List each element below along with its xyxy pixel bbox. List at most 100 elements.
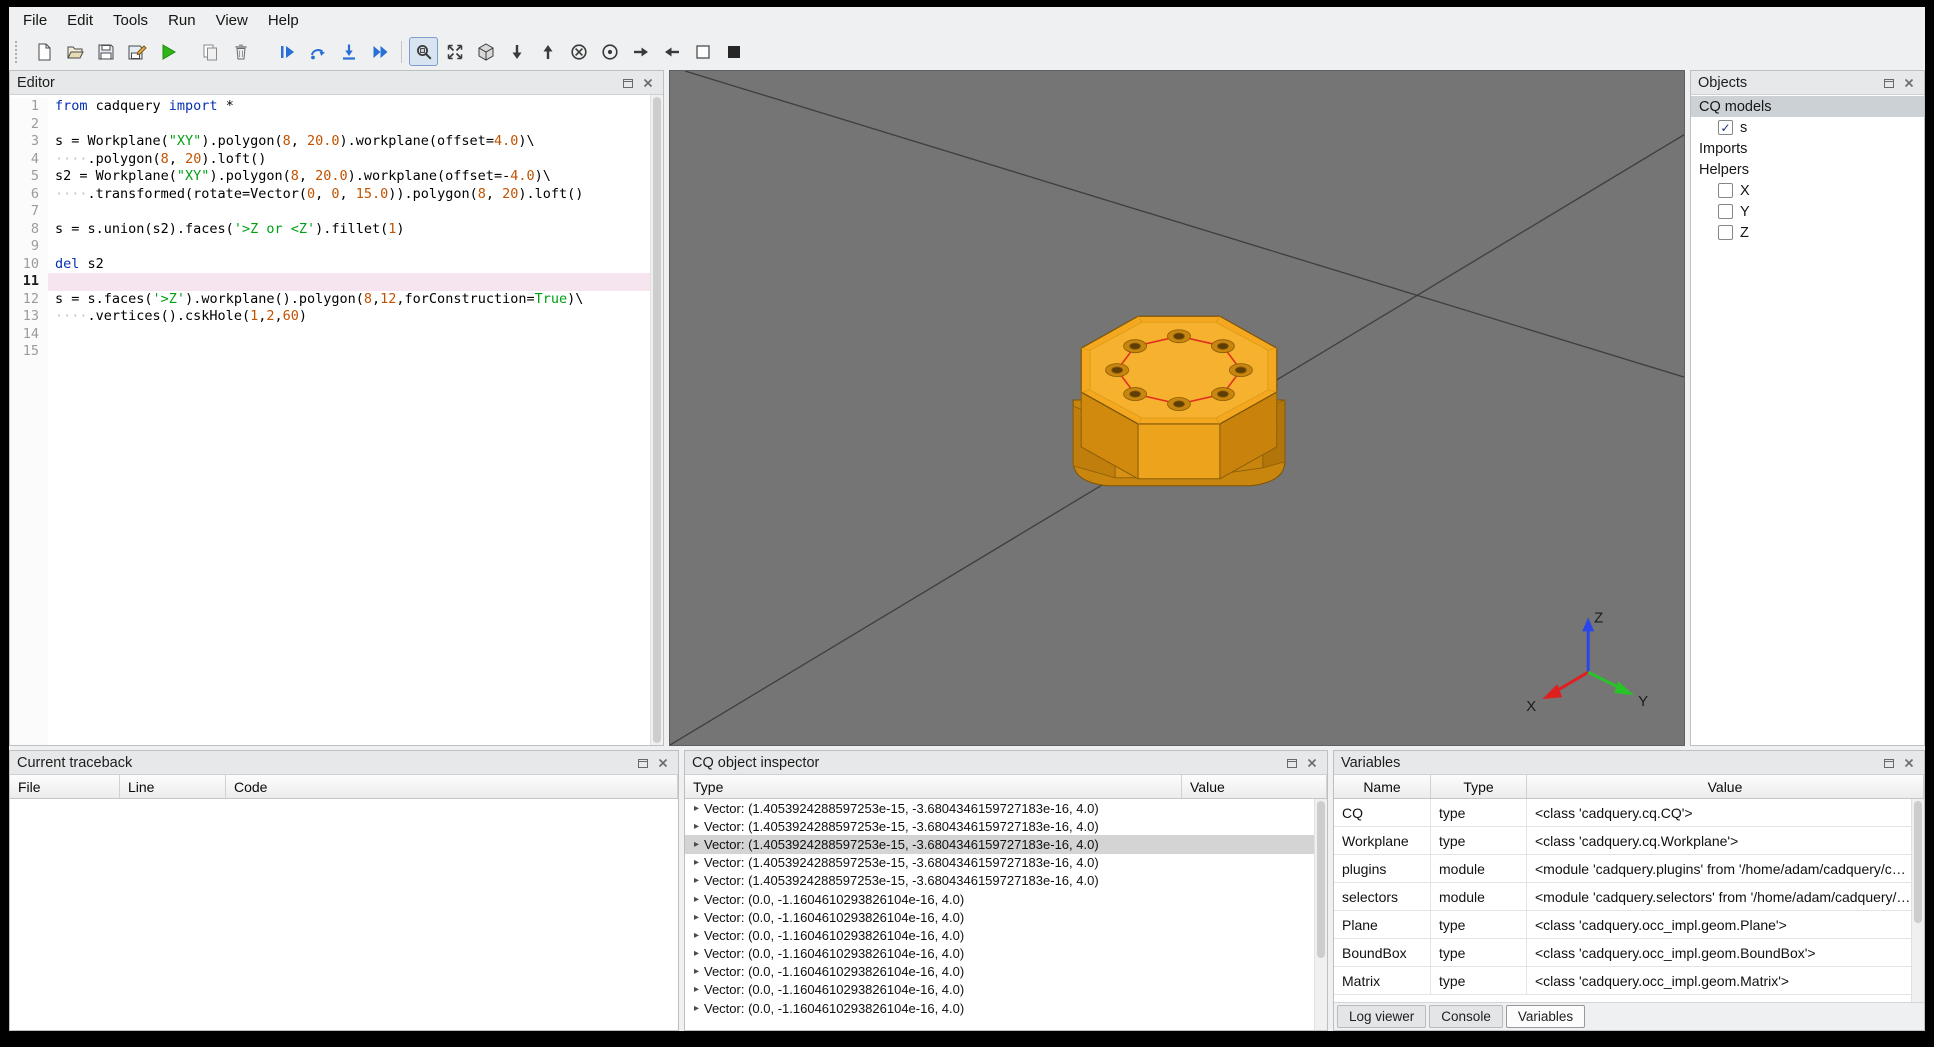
inspector-row[interactable]: ▸ Vector: (1.4053924288597253e-15, -3.680… bbox=[685, 835, 1327, 854]
close-panel-icon[interactable] bbox=[1303, 755, 1320, 770]
inspector-row[interactable]: ▸ Vector: (0.0, -1.1604610293826104e-16, … bbox=[685, 981, 1327, 999]
tab-variables[interactable]: Variables bbox=[1505, 1005, 1586, 1028]
fit-button[interactable] bbox=[409, 37, 438, 66]
variables-scrollbar[interactable] bbox=[1911, 799, 1924, 1002]
tree-item-helpers[interactable]: Helpers bbox=[1691, 159, 1924, 180]
expand-arrow-icon[interactable]: ▸ bbox=[689, 857, 704, 868]
inspector-rows[interactable]: ▸ Vector: (1.4053924288597253e-15, -3.680… bbox=[685, 799, 1327, 1030]
back-view-button[interactable] bbox=[595, 37, 624, 66]
inspector-row[interactable]: ▸ Vector: (0.0, -1.1604610293826104e-16, … bbox=[685, 999, 1327, 1017]
toolbar-handle[interactable] bbox=[15, 40, 24, 63]
delete-button[interactable] bbox=[226, 37, 255, 66]
code-line-6[interactable]: ····.transformed(rotate=Vector(0, 0, 15.… bbox=[55, 186, 663, 204]
close-panel-icon[interactable] bbox=[1900, 75, 1917, 90]
continue-button[interactable] bbox=[365, 37, 394, 66]
column-header-file[interactable]: File bbox=[10, 775, 120, 798]
variable-row-plane[interactable]: Plane type <class 'cadquery.occ_impl.geom.… bbox=[1334, 911, 1924, 939]
editor-scrollbar[interactable] bbox=[650, 95, 663, 745]
code-line-5[interactable]: s2 = Workplane("XY").polygon(8, 20.0).wo… bbox=[55, 168, 663, 186]
code-line-11[interactable] bbox=[48, 273, 663, 291]
expand-arrow-icon[interactable]: ▸ bbox=[689, 912, 704, 923]
expand-arrow-icon[interactable]: ▸ bbox=[689, 930, 704, 941]
render-button[interactable] bbox=[153, 37, 182, 66]
tab-console[interactable]: Console bbox=[1429, 1005, 1503, 1028]
expand-arrow-icon[interactable]: ▸ bbox=[689, 894, 704, 905]
variable-row-cq[interactable]: CQ type <class 'cadquery.cq.CQ'> bbox=[1334, 799, 1924, 827]
step-in-button[interactable] bbox=[334, 37, 363, 66]
inspector-scrollbar[interactable] bbox=[1314, 799, 1327, 1030]
variable-row-workplane[interactable]: Workplane type <class 'cadquery.cq.Workpla… bbox=[1334, 827, 1924, 855]
tree-item-z[interactable]: Z bbox=[1691, 222, 1924, 243]
tree-item-y[interactable]: Y bbox=[1691, 201, 1924, 222]
expand-arrow-icon[interactable]: ▸ bbox=[689, 839, 704, 850]
column-header-value[interactable]: Value bbox=[1527, 775, 1924, 798]
column-header-value[interactable]: Value bbox=[1182, 775, 1327, 798]
float-panel-icon[interactable] bbox=[619, 75, 636, 90]
fit-all-button[interactable] bbox=[440, 37, 469, 66]
column-header-code[interactable]: Code bbox=[226, 775, 678, 798]
expand-arrow-icon[interactable]: ▸ bbox=[689, 875, 704, 886]
float-panel-icon[interactable] bbox=[1880, 75, 1897, 90]
debug-button[interactable] bbox=[272, 37, 301, 66]
checkbox-z[interactable] bbox=[1718, 225, 1733, 240]
inspector-row[interactable]: ▸ Vector: (1.4053924288597253e-15, -3.680… bbox=[685, 854, 1327, 872]
inspector-row[interactable]: ▸ Vector: (1.4053924288597253e-15, -3.680… bbox=[685, 872, 1327, 890]
variable-row-selectors[interactable]: selectors module <module 'cadquery.selecto… bbox=[1334, 883, 1924, 911]
iso-view-button[interactable] bbox=[471, 37, 500, 66]
tab-log-viewer[interactable]: Log viewer bbox=[1337, 1005, 1427, 1028]
code-line-13[interactable]: ····.vertices().cskHole(1,2,60) bbox=[55, 308, 663, 326]
checkbox-x[interactable] bbox=[1718, 183, 1733, 198]
code-line-3[interactable]: s = Workplane("XY").polygon(8, 20.0).wor… bbox=[55, 133, 663, 151]
code-line-14[interactable] bbox=[55, 326, 663, 344]
inspector-row[interactable]: ▸ Vector: (0.0, -1.1604610293826104e-16, … bbox=[685, 926, 1327, 944]
tree-item-x[interactable]: X bbox=[1691, 180, 1924, 201]
left-view-button[interactable] bbox=[626, 37, 655, 66]
front-view-button[interactable] bbox=[564, 37, 593, 66]
viewer-3d[interactable]: X Y Z bbox=[669, 70, 1685, 746]
inspector-row[interactable]: ▸ Vector: (0.0, -1.1604610293826104e-16, … bbox=[685, 963, 1327, 981]
code-area[interactable]: from cadquery import * s = Workplane("XY"… bbox=[48, 98, 663, 745]
menu-help[interactable]: Help bbox=[258, 9, 309, 32]
column-header-type[interactable]: Type bbox=[685, 775, 1182, 798]
float-panel-icon[interactable] bbox=[1880, 755, 1897, 770]
code-line-2[interactable] bbox=[55, 116, 663, 134]
tree-item-imports[interactable]: Imports bbox=[1691, 138, 1924, 159]
float-panel-icon[interactable] bbox=[634, 755, 651, 770]
viewport-3d[interactable]: X Y Z bbox=[670, 71, 1684, 745]
step-button[interactable] bbox=[303, 37, 332, 66]
column-header-name[interactable]: Name bbox=[1334, 775, 1431, 798]
code-line-8[interactable]: s = s.union(s2).faces('>Z or <Z').fillet… bbox=[55, 221, 663, 239]
tree-item-cq-models[interactable]: CQ models bbox=[1691, 96, 1924, 117]
close-panel-icon[interactable] bbox=[654, 755, 671, 770]
inspector-row[interactable]: ▸ Vector: (1.4053924288597253e-15, -3.680… bbox=[685, 817, 1327, 835]
code-editor[interactable]: 1 2 3 4 5 6 7 8 9 10 11 12 13 14 15 from cadquery impo… bbox=[10, 95, 663, 745]
inspector-row[interactable]: ▸ Vector: (1.4053924288597253e-15, -3.680… bbox=[685, 799, 1327, 817]
variables-rows[interactable]: CQ type <class 'cadquery.cq.CQ'> Workplane t… bbox=[1334, 799, 1924, 1002]
save-button[interactable] bbox=[91, 37, 120, 66]
float-panel-icon[interactable] bbox=[1283, 755, 1300, 770]
code-line-4[interactable]: ····.polygon(8, 20).loft() bbox=[55, 151, 663, 169]
column-header-type[interactable]: Type bbox=[1431, 775, 1527, 798]
checkbox-s[interactable]: ✓ bbox=[1718, 120, 1733, 135]
expand-arrow-icon[interactable]: ▸ bbox=[689, 821, 704, 832]
code-line-7[interactable] bbox=[55, 203, 663, 221]
checkbox-y[interactable] bbox=[1718, 204, 1733, 219]
menu-view[interactable]: View bbox=[206, 9, 258, 32]
code-line-10[interactable]: del s2 bbox=[55, 256, 663, 274]
model-s[interactable] bbox=[1072, 315, 1286, 487]
expand-arrow-icon[interactable]: ▸ bbox=[689, 948, 704, 959]
code-line-9[interactable] bbox=[55, 238, 663, 256]
expand-arrow-icon[interactable]: ▸ bbox=[689, 1003, 704, 1014]
inspector-row[interactable]: ▸ Vector: (0.0, -1.1604610293826104e-16, … bbox=[685, 908, 1327, 926]
objects-tree[interactable]: CQ models ✓ s Imports Helpers X Y Z bbox=[1691, 95, 1924, 745]
new-file-button[interactable] bbox=[29, 37, 58, 66]
clipboard-button[interactable] bbox=[195, 37, 224, 66]
menu-tools[interactable]: Tools bbox=[103, 9, 158, 32]
tree-item-s[interactable]: ✓ s bbox=[1691, 117, 1924, 138]
save-as-button[interactable] bbox=[122, 37, 151, 66]
inspector-row[interactable]: ▸ Vector: (0.0, -1.1604610293826104e-16, … bbox=[685, 890, 1327, 908]
right-view-button[interactable] bbox=[657, 37, 686, 66]
close-panel-icon[interactable] bbox=[1900, 755, 1917, 770]
menu-run[interactable]: Run bbox=[158, 9, 206, 32]
menu-edit[interactable]: Edit bbox=[57, 9, 103, 32]
